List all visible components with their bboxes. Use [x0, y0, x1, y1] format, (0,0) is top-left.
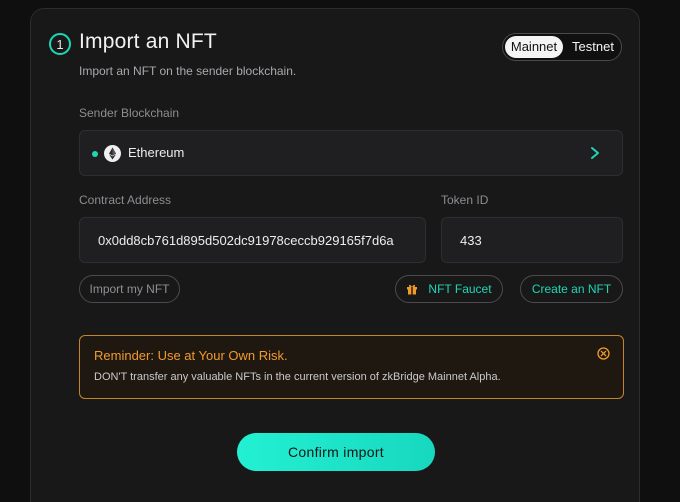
sender-blockchain-select[interactable]: Ethereum	[79, 130, 623, 176]
contract-address-field[interactable]	[79, 217, 426, 263]
nft-faucet-button[interactable]: NFT Faucet	[395, 275, 503, 303]
import-my-nft-button[interactable]: Import my NFT	[79, 275, 180, 303]
gift-icon	[406, 283, 418, 295]
chevron-right-icon	[588, 145, 602, 166]
confirm-import-button[interactable]: Confirm import	[237, 433, 435, 471]
page-subtitle: Import an NFT on the sender blockchain.	[79, 64, 297, 78]
page-title: Import an NFT	[79, 30, 217, 53]
sender-blockchain-label: Sender Blockchain	[79, 106, 180, 120]
token-id-label: Token ID	[441, 193, 489, 207]
step-number-badge: 1	[49, 33, 71, 55]
import-nft-card: 1 Import an NFT Import an NFT on the sen…	[30, 8, 640, 502]
nft-faucet-label: NFT Faucet	[428, 282, 492, 296]
step-number: 1	[56, 36, 64, 52]
close-icon[interactable]	[597, 347, 610, 365]
risk-reminder-banner: Reminder: Use at Your Own Risk. DON'T tr…	[79, 335, 624, 399]
testnet-option[interactable]: Testnet	[565, 36, 621, 58]
mainnet-option[interactable]: Mainnet	[505, 36, 563, 58]
chain-name: Ethereum	[128, 145, 185, 160]
contract-address-label: Contract Address	[79, 193, 172, 207]
network-toggle[interactable]: Mainnet Testnet	[502, 33, 622, 61]
create-nft-button[interactable]: Create an NFT	[520, 275, 623, 303]
token-id-input[interactable]	[442, 218, 622, 262]
reminder-title: Reminder: Use at Your Own Risk.	[94, 348, 288, 363]
status-dot-icon	[92, 151, 98, 157]
token-id-field[interactable]	[441, 217, 623, 263]
reminder-text: DON'T transfer any valuable NFTs in the …	[94, 371, 501, 383]
contract-address-input[interactable]	[80, 218, 425, 262]
ethereum-icon	[104, 145, 121, 162]
